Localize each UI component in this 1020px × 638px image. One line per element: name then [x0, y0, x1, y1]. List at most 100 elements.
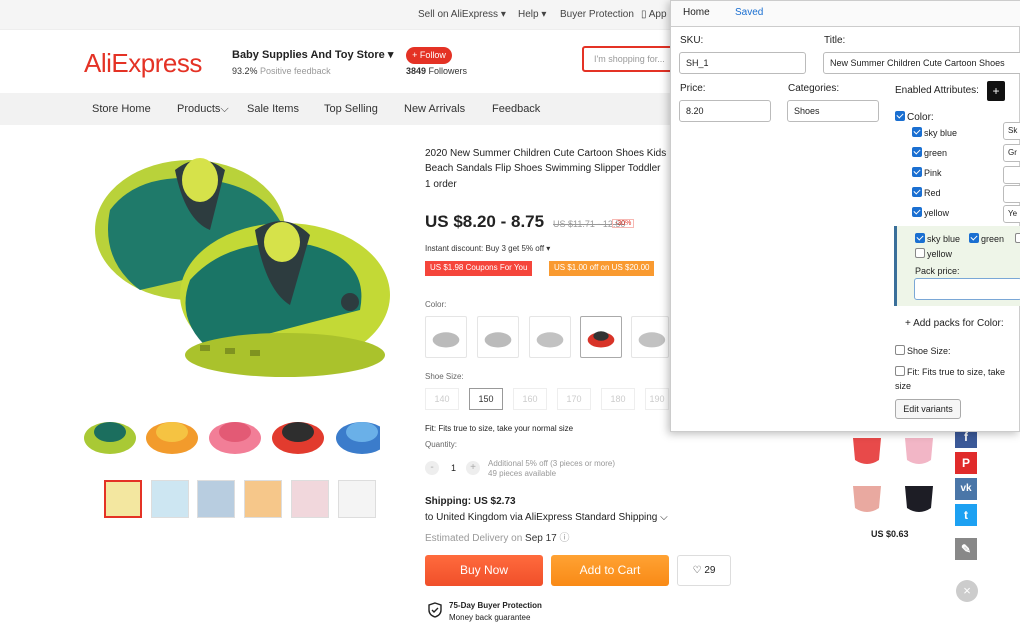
price-input[interactable]: 8.20	[679, 100, 771, 122]
color-option-selected[interactable]	[580, 316, 622, 358]
color-option[interactable]	[477, 316, 519, 358]
coupon-badge[interactable]: US $1.98 Coupons For You	[425, 261, 533, 276]
image-thumb[interactable]	[104, 480, 142, 518]
color-option-checkbox[interactable]: Red	[912, 187, 941, 198]
sku-input[interactable]: SH_1	[679, 52, 806, 74]
nav-sale-items[interactable]: Sale Items	[247, 103, 299, 115]
color-thumbnails[interactable]	[80, 410, 380, 460]
size-option[interactable]: 180	[601, 388, 635, 410]
size-option[interactable]: 170	[557, 388, 591, 410]
follow-button[interactable]: + Follow	[406, 47, 452, 64]
instant-discount[interactable]: Instant discount: Buy 3 get 5% off ▾	[425, 244, 550, 253]
product-title: 2020 New Summer Children Cute Cartoon Sh…	[425, 148, 667, 174]
color-option-checkbox[interactable]: sky blue	[912, 127, 957, 138]
size-option[interactable]: 160	[513, 388, 547, 410]
twitter-icon[interactable]: t	[955, 504, 977, 526]
store-name[interactable]: Baby Supplies And Toy Store ▾	[232, 48, 393, 61]
product-main-image[interactable]	[80, 140, 390, 390]
help-link[interactable]: Help ▾	[518, 9, 546, 20]
shipping-method[interactable]: to United Kingdom via AliExpress Standar…	[425, 512, 668, 523]
categories-input[interactable]: Shoes	[787, 100, 879, 122]
tab-home[interactable]: Home	[683, 7, 710, 18]
color-option[interactable]	[529, 316, 571, 358]
followers-count: 3849 Followers	[406, 66, 468, 76]
image-thumb[interactable]	[244, 480, 282, 518]
color-value-input[interactable]	[1003, 166, 1020, 184]
add-to-cart-button[interactable]: Add to Cart	[551, 555, 669, 586]
sell-link[interactable]: Sell on AliExpress ▾	[418, 9, 506, 20]
fit-note: Fit: Fits true to size, take your normal…	[425, 424, 574, 433]
buyer-protection-link[interactable]: Buyer Protection	[560, 9, 634, 20]
color-value-input[interactable]: Gr	[1003, 144, 1020, 162]
recommended-product[interactable]	[897, 478, 941, 522]
quantity-increase-button[interactable]: +	[466, 461, 480, 475]
order-count: 1 order	[425, 179, 457, 190]
quantity-decrease-button[interactable]: -	[425, 461, 439, 475]
buy-now-button[interactable]: Buy Now	[425, 555, 543, 586]
color-option-checkbox[interactable]: yellow	[912, 207, 949, 218]
add-packs-button[interactable]: + Add packs for Color:	[905, 318, 1004, 329]
nav-store-home[interactable]: Store Home	[92, 103, 151, 115]
nav-feedback[interactable]: Feedback	[492, 103, 540, 115]
sku-label: SKU:	[680, 35, 704, 46]
pack-color-checkbox[interactable]: sky blue	[915, 233, 960, 244]
pack-editor: sky blue green yellow Pack price:	[894, 226, 1020, 306]
edit-icon[interactable]: ✎	[955, 538, 977, 560]
app-link[interactable]: ▯ App	[641, 9, 667, 20]
image-thumb[interactable]	[338, 480, 376, 518]
nav-new-arrivals[interactable]: New Arrivals	[404, 103, 465, 115]
heart-icon: ♡	[692, 565, 702, 576]
wishlist-button[interactable]: ♡ 29	[677, 555, 731, 586]
product-price: US $8.20 - 8.75	[425, 212, 545, 231]
fit-attribute-continued: size	[895, 381, 912, 391]
image-thumb[interactable]	[197, 480, 235, 518]
color-attribute-toggle[interactable]: Color:	[895, 111, 934, 123]
color-option-checkbox[interactable]: green	[912, 147, 947, 158]
recommended-product[interactable]	[845, 478, 889, 522]
edit-variants-button[interactable]: Edit variants	[895, 399, 961, 419]
vk-icon[interactable]: vk	[955, 478, 977, 500]
pack-color-checkbox[interactable]: yellow	[915, 248, 952, 259]
quantity-label: Quantity:	[425, 440, 458, 449]
color-value-input[interactable]: Sk	[1003, 122, 1020, 140]
categories-label: Categories:	[788, 83, 840, 94]
store-coupon-badge[interactable]: US $1.00 off on US $20.00	[549, 261, 655, 276]
add-attribute-button[interactable]: +	[987, 81, 1005, 101]
fit-attribute-toggle[interactable]: Fit: Fits true to size, take	[895, 366, 1005, 377]
recommended-price: US $0.63	[871, 529, 909, 539]
color-option-checkbox[interactable]: Pink	[912, 167, 942, 178]
buyer-protection-sub: Money back guarantee	[449, 613, 531, 622]
pack-color-checkbox[interactable]	[1015, 233, 1020, 244]
image-thumb[interactable]	[291, 480, 329, 518]
aliexpress-logo[interactable]: AliExpress	[84, 48, 202, 79]
recommended-product[interactable]	[897, 430, 941, 474]
pack-color-checkbox[interactable]: green	[969, 233, 1004, 244]
estimated-delivery: Estimated Delivery on Sep 17 ⓘ	[425, 533, 570, 544]
size-option[interactable]: 140	[425, 388, 459, 410]
shipping-price: Shipping: US $2.73	[425, 496, 516, 507]
title-label: Title:	[824, 35, 846, 46]
title-input[interactable]: New Summer Children Cute Cartoon Shoes	[823, 52, 1020, 74]
shield-check-icon	[428, 602, 442, 618]
pack-price-label: Pack price:	[915, 266, 960, 276]
quantity-input[interactable]: 1	[451, 463, 456, 473]
shoe-size-attribute-toggle[interactable]: Shoe Size:	[895, 345, 951, 356]
tab-saved[interactable]: Saved	[735, 7, 763, 18]
discount-badge: -30%	[612, 219, 635, 228]
nav-products[interactable]: Products⌵	[177, 103, 229, 116]
size-option-selected[interactable]: 150	[469, 388, 503, 410]
close-icon[interactable]: ×	[956, 580, 978, 602]
pack-price-input[interactable]	[914, 278, 1020, 300]
color-value-input[interactable]: Ye	[1003, 205, 1020, 223]
color-option[interactable]	[631, 316, 669, 358]
image-thumb[interactable]	[151, 480, 189, 518]
pinterest-icon[interactable]: P	[955, 452, 977, 474]
recommended-product[interactable]	[845, 430, 889, 474]
enabled-attributes-label: Enabled Attributes:	[895, 85, 979, 96]
size-option[interactable]: 190	[645, 388, 669, 410]
color-value-input[interactable]	[1003, 185, 1020, 203]
nav-top-selling[interactable]: Top Selling	[324, 103, 378, 115]
size-label: Shoe Size:	[425, 372, 464, 381]
info-icon[interactable]: ⓘ	[560, 533, 570, 544]
color-option[interactable]	[425, 316, 467, 358]
